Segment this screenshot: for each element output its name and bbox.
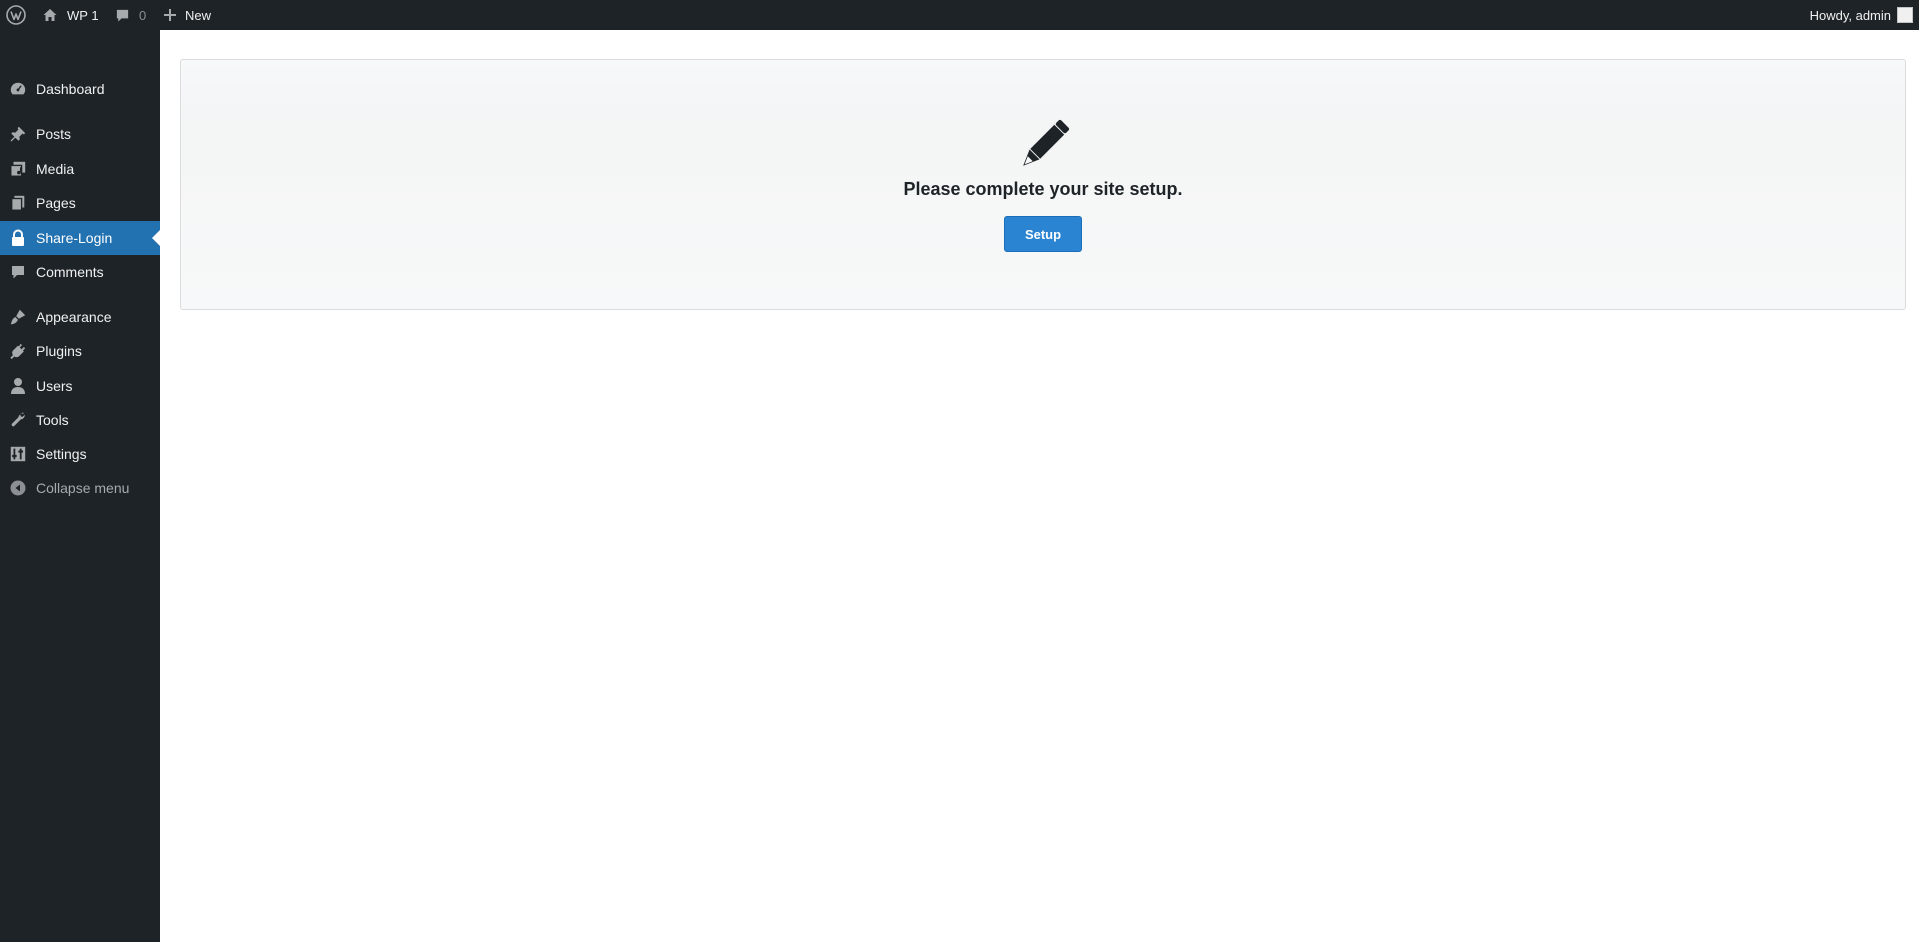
new-label: New: [185, 7, 212, 23]
sidebar-item-appearance[interactable]: Appearance: [0, 300, 160, 334]
sidebar-item-share-login[interactable]: Share-Login: [0, 221, 160, 255]
sidebar-item-label: Pages: [36, 195, 76, 211]
wordpress-logo-link[interactable]: [6, 0, 26, 30]
site-name-link[interactable]: WP 1: [42, 0, 99, 30]
sidebar-item-media[interactable]: Media: [0, 152, 160, 186]
sidebar-item-users[interactable]: Users: [0, 369, 160, 403]
sidebar-item-label: Settings: [36, 446, 87, 462]
sidebar-item-label: Media: [36, 161, 75, 177]
dashboard-icon: [0, 80, 36, 98]
wrench-icon: [0, 411, 36, 429]
setup-message: Please complete your site setup.: [903, 179, 1183, 199]
plug-icon: [0, 342, 36, 360]
media-icon: [0, 160, 36, 178]
new-content-link[interactable]: New: [163, 0, 211, 30]
avatar: [1897, 7, 1913, 23]
sidebar-item-settings[interactable]: Settings: [0, 437, 160, 471]
sidebar-item-tools[interactable]: Tools: [0, 403, 160, 437]
sidebar-item-label: Plugins: [36, 343, 82, 359]
user-icon: [0, 377, 36, 395]
sidebar-item-label: Comments: [36, 264, 104, 280]
comment-icon: [0, 264, 36, 280]
sidebar-item-label: Appearance: [36, 309, 112, 325]
sidebar-item-posts[interactable]: Posts: [0, 117, 160, 151]
setup-button[interactable]: Setup: [1004, 216, 1082, 252]
lock-icon: [0, 229, 36, 247]
brush-icon: [0, 308, 36, 326]
comments-count: 0: [139, 7, 147, 23]
current-menu-arrow: [152, 230, 160, 246]
pencil-icon: [1023, 119, 1070, 166]
site-name: WP 1: [67, 7, 99, 23]
collapse-menu-button[interactable]: Collapse menu: [0, 471, 160, 505]
plus-icon: [164, 9, 176, 21]
settings-icon: [0, 445, 36, 463]
admin-sidebar: Dashboard Posts Media Pages Share-Login …: [0, 30, 160, 942]
sidebar-item-plugins[interactable]: Plugins: [0, 334, 160, 368]
sidebar-item-label: Dashboard: [36, 81, 105, 97]
admin-bar: WP 1 0 New Howdy, admin: [0, 0, 1919, 30]
collapse-icon: [0, 480, 36, 496]
sidebar-item-pages[interactable]: Pages: [0, 186, 160, 220]
account-greeting: Howdy, admin: [1809, 7, 1891, 23]
my-account-link[interactable]: Howdy, admin: [1810, 0, 1913, 30]
pages-icon: [0, 194, 36, 212]
sidebar-item-dashboard[interactable]: Dashboard: [0, 72, 160, 106]
home-icon: [43, 9, 57, 21]
pin-icon: [0, 125, 36, 143]
comment-bubble-icon: [116, 9, 129, 22]
wordpress-logo-icon: [6, 5, 26, 25]
collapse-menu-label: Collapse menu: [36, 480, 130, 496]
sidebar-item-label: Posts: [36, 126, 72, 142]
sidebar-item-label: Users: [36, 378, 73, 394]
comments-link[interactable]: 0: [115, 0, 146, 30]
sidebar-item-comments[interactable]: Comments: [0, 255, 160, 289]
sidebar-item-label: Tools: [36, 412, 69, 428]
sidebar-item-label: Share-Login: [36, 230, 113, 246]
